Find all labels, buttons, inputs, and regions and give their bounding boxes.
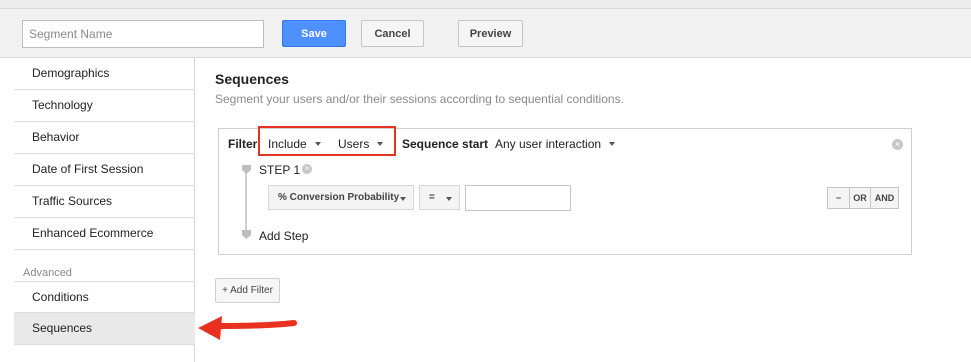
sidebar-item-enhanced-ecommerce[interactable]: Enhanced Ecommerce [14,218,195,250]
condition-value-input[interactable] [465,185,571,211]
chevron-down-icon [377,142,384,146]
chevron-down-icon [314,142,321,146]
add-step-marker-icon [242,230,251,239]
segment-category-sidebar: Demographics Technology Behavior Date of… [14,58,195,362]
remove-step-icon[interactable]: × [302,164,312,174]
dimension-select[interactable]: % Conversion Probability [268,185,414,210]
sequence-start-value: Any user interaction [495,137,602,151]
sidebar-item-behavior[interactable]: Behavior [14,122,195,154]
save-button[interactable]: Save [282,20,346,47]
page-subtitle: Segment your users and/or their sessions… [215,92,624,106]
step-label: STEP 1 [259,163,301,177]
scope-dropdown-value: Users [338,137,370,151]
sidebar-item-demographics[interactable]: Demographics [14,58,195,90]
sidebar-item-traffic-sources[interactable]: Traffic Sources [14,186,195,218]
sequence-start-dropdown[interactable]: Any user interaction [495,137,616,151]
dimension-select-value: % Conversion Probability [278,192,400,203]
include-dropdown[interactable]: Include [268,137,321,151]
chevron-down-icon [400,197,406,201]
sidebar-advanced-heading: Advanced [23,267,72,279]
include-dropdown-value: Include [268,137,307,151]
step-timeline-line [245,169,247,231]
segment-name-input[interactable] [22,20,264,48]
add-step-link[interactable]: Add Step [259,229,308,243]
annotation-arrow-icon [198,316,297,340]
or-condition-button[interactable]: OR [849,187,871,209]
operator-select[interactable]: = [419,185,460,210]
sidebar-item-conditions[interactable]: Conditions [14,281,195,313]
sequence-filter-panel: Filter Include Users Sequence start Any … [218,128,912,255]
sidebar-item-date-of-first-session[interactable]: Date of First Session [14,154,195,186]
step-marker-icon [242,165,251,174]
sidebar-item-technology[interactable]: Technology [14,90,195,122]
top-strip [0,0,971,9]
add-filter-button[interactable]: + Add Filter [215,278,280,303]
remove-filter-icon[interactable]: × [892,139,903,150]
and-condition-button[interactable]: AND [870,187,899,209]
sequence-start-label: Sequence start [402,137,489,151]
scope-dropdown[interactable]: Users [338,137,384,151]
filter-label: Filter [228,137,258,151]
chevron-down-icon [609,142,616,146]
operator-select-value: = [429,192,435,203]
preview-button[interactable]: Preview [458,20,523,47]
chevron-down-icon [446,197,452,201]
page-title: Sequences [215,71,289,87]
remove-condition-button[interactable]: − [827,187,850,209]
sidebar-item-sequences[interactable]: Sequences [14,313,195,345]
cancel-button[interactable]: Cancel [361,20,424,47]
